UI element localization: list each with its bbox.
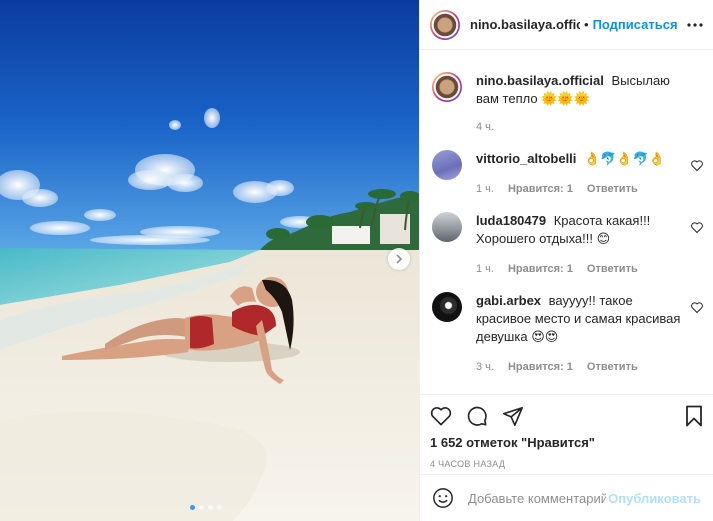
post-caption: nino.basilaya.official Высылаю вам тепло… [432, 72, 703, 136]
commenter-avatar[interactable] [432, 212, 462, 242]
like-comment-button[interactable] [691, 158, 703, 176]
comment-username[interactable]: vittorio_altobelli [476, 151, 576, 166]
comment-icon [467, 406, 487, 426]
add-comment-bar: Опубликовать [420, 474, 713, 521]
heart-icon [691, 302, 703, 314]
more-options-button[interactable] [687, 22, 703, 27]
comment-item: luda180479 Красота какая!!! Хорошего отд… [432, 212, 703, 278]
commenter-avatar[interactable] [432, 292, 462, 322]
share-button[interactable] [502, 405, 524, 427]
post-time[interactable]: 4 ЧАСОВ НАЗАД [430, 459, 703, 469]
likes-count[interactable]: 1 652 отметок "Нравится" [430, 435, 703, 450]
like-comment-button[interactable] [691, 220, 703, 238]
instagram-post: nino.basilaya.official • Подписаться nin… [0, 0, 713, 521]
heart-icon [691, 160, 703, 172]
follow-button[interactable]: Подписаться [593, 17, 678, 32]
comment-time[interactable]: 1 ч. [476, 180, 494, 198]
caption-emoji: 🌞🌞🌞 [541, 91, 590, 106]
heart-icon [430, 407, 452, 426]
comments-list[interactable]: nino.basilaya.official Высылаю вам тепло… [420, 50, 713, 394]
carousel-dot [190, 505, 195, 510]
emoji-button[interactable] [432, 487, 454, 509]
save-button[interactable] [685, 405, 703, 427]
carousel-dot [208, 505, 213, 510]
next-slide-button[interactable] [388, 248, 410, 270]
carousel-dot [217, 505, 222, 510]
carousel-indicator [190, 505, 222, 510]
reply-button[interactable]: Ответить [587, 358, 638, 376]
post-panel: nino.basilaya.official • Подписаться nin… [419, 0, 713, 521]
comment-likes[interactable]: Нравится: 1 [508, 180, 573, 198]
reply-button[interactable]: Ответить [587, 260, 638, 278]
comment-time[interactable]: 3 ч. [476, 358, 494, 376]
comment-item: gabi.arbex вауууу!! такое красивое место… [432, 292, 703, 376]
more-horizontal-icon [687, 22, 703, 27]
chevron-right-icon [396, 254, 403, 264]
commenter-avatar[interactable] [432, 150, 462, 180]
comment-time[interactable]: 1 ч. [476, 260, 494, 278]
like-button[interactable] [430, 406, 452, 426]
publish-button[interactable]: Опубликовать [608, 491, 701, 506]
comment-username[interactable]: gabi.arbex [476, 293, 541, 308]
like-comment-button[interactable] [691, 300, 703, 318]
post-photo[interactable] [0, 0, 419, 521]
comment-emoji: 😍😍 [531, 329, 559, 344]
carousel-dot [199, 505, 204, 510]
smiley-icon [433, 488, 453, 508]
comment-emoji: 😊 [596, 231, 611, 246]
comment-emoji: 👌🐬👌🐬👌 [584, 151, 665, 166]
comment-input[interactable] [466, 489, 609, 507]
caption-username[interactable]: nino.basilaya.official [476, 73, 604, 88]
post-header: nino.basilaya.official • Подписаться [420, 0, 713, 50]
bookmark-icon [686, 405, 702, 427]
author-avatar[interactable] [430, 9, 460, 40]
comment-button[interactable] [466, 405, 488, 427]
header-separator: • [584, 17, 589, 32]
comment-item: vittorio_altobelli 👌🐬👌🐬👌 1 ч. Нравится: … [432, 150, 703, 198]
heart-icon [691, 222, 703, 234]
comment-likes[interactable]: Нравится: 1 [508, 260, 573, 278]
author-username[interactable]: nino.basilaya.official [470, 17, 580, 32]
comment-likes[interactable]: Нравится: 1 [508, 358, 573, 376]
caption-avatar[interactable] [432, 72, 462, 102]
share-icon [503, 406, 523, 426]
comment-username[interactable]: luda180479 [476, 213, 546, 228]
beach-photo [0, 0, 419, 521]
reply-button[interactable]: Ответить [587, 180, 638, 198]
post-actions: 1 652 отметок "Нравится" 4 ЧАСОВ НАЗАД [420, 394, 713, 474]
caption-time[interactable]: 4 ч. [476, 118, 494, 136]
